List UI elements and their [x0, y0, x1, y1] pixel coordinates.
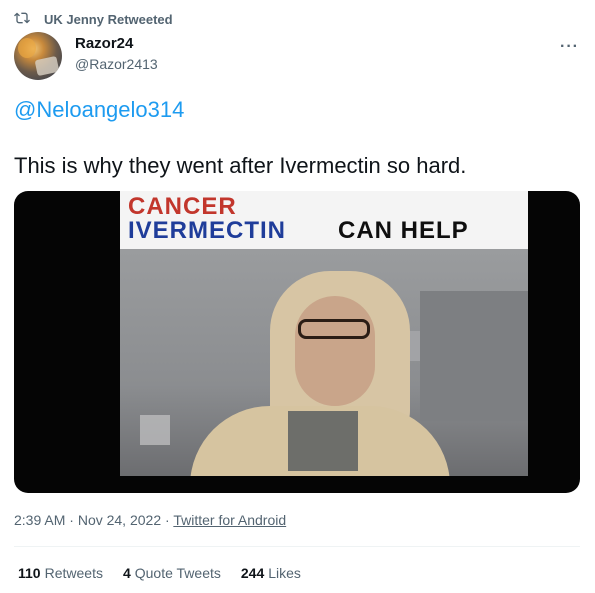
- tweet-stats: 110 Retweets 4 Quote Tweets 244 Likes: [18, 565, 301, 581]
- tweet-time[interactable]: 2:39 AM: [14, 512, 65, 528]
- author-name[interactable]: Razor24: [75, 35, 133, 52]
- divider: [14, 546, 580, 547]
- tweet-date[interactable]: Nov 24, 2022: [78, 512, 161, 528]
- retweet-label[interactable]: UK Jenny Retweeted: [44, 12, 173, 27]
- tweet-source-link[interactable]: Twitter for Android: [173, 512, 286, 528]
- quotes-count: 4: [122, 565, 131, 581]
- retweets-label: Retweets: [44, 565, 103, 581]
- more-horizontal-icon[interactable]: ···: [560, 38, 579, 56]
- quotes-label: Quote Tweets: [134, 565, 221, 581]
- retweet-icon: [14, 10, 30, 29]
- banner-line2-black: CAN HELP: [338, 217, 469, 244]
- retweet-indicator: UK Jenny Retweeted: [14, 10, 173, 28]
- likes-count: 244: [240, 565, 265, 581]
- tweet-text: This is why they went after Ivermectin s…: [14, 153, 467, 178]
- banner-line2-blue: IVERMECTIN: [128, 217, 287, 244]
- retweets-stat[interactable]: 110 Retweets: [18, 565, 103, 581]
- video-frame[interactable]: CANCER IVERMECTIN CAN HELP: [120, 191, 528, 476]
- author-handle[interactable]: @Razor2413: [75, 56, 158, 72]
- channel-logo: [140, 415, 170, 445]
- video-media[interactable]: CANCER IVERMECTIN CAN HELP: [14, 191, 580, 493]
- avatar[interactable]: [14, 32, 62, 80]
- likes-label: Likes: [268, 565, 301, 581]
- retweets-count: 110: [18, 565, 41, 581]
- mention-link[interactable]: @Neloangelo314: [14, 97, 184, 123]
- quotes-stat[interactable]: 4 Quote Tweets: [123, 565, 221, 581]
- tweet-meta: 2:39 AM · Nov 24, 2022 · Twitter for And…: [14, 512, 286, 528]
- likes-stat[interactable]: 244 Likes: [241, 565, 301, 581]
- video-banner: CANCER IVERMECTIN CAN HELP: [120, 191, 528, 249]
- meta-separator: ·: [161, 512, 174, 528]
- meta-separator: ·: [65, 512, 78, 528]
